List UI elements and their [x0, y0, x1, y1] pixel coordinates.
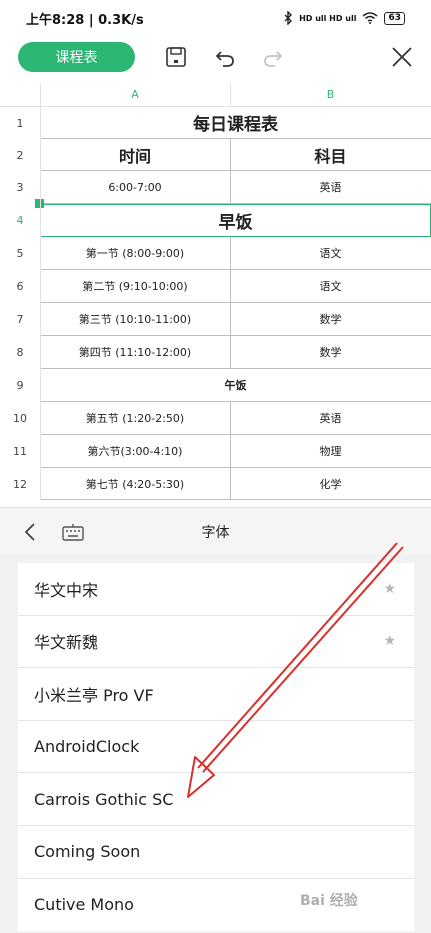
- corner-cell: [0, 83, 40, 107]
- row-number[interactable]: 2: [0, 139, 40, 171]
- battery-indicator: 63: [384, 11, 405, 25]
- font-item[interactable]: Coming Soon: [18, 826, 414, 879]
- grid-line: [40, 83, 41, 500]
- redo-icon[interactable]: [258, 42, 288, 72]
- grid-line: [230, 83, 231, 107]
- status-icons: HD ull HD ull 63: [283, 11, 405, 25]
- column-header-a[interactable]: A: [40, 83, 230, 107]
- font-name: 华文新魏: [34, 633, 99, 653]
- table-cell[interactable]: 6:00-7:00: [40, 171, 230, 204]
- table-cell[interactable]: 英语: [230, 171, 431, 204]
- table-cell[interactable]: 数学: [230, 336, 431, 369]
- bluetooth-icon: [284, 11, 293, 25]
- back-icon[interactable]: [18, 520, 42, 544]
- font-list: 华文中宋 ★ 华文新魏 ★ 小米兰亭 Pro VF AndroidClock C…: [0, 555, 431, 933]
- font-item[interactable]: AndroidClock: [18, 721, 414, 774]
- keyboard-icon[interactable]: [60, 519, 86, 545]
- toolbar: 课程表: [0, 36, 431, 80]
- row-number[interactable]: 10: [0, 402, 40, 435]
- font-item-highlighted[interactable]: Carrois Gothic SC: [18, 773, 414, 826]
- font-name: AndroidClock: [34, 737, 140, 757]
- sheet-title-cell[interactable]: 每日课程表: [40, 107, 431, 139]
- grid-line: [230, 237, 231, 369]
- table-cell[interactable]: 化学: [230, 468, 431, 500]
- font-item[interactable]: 小米兰亭 Pro VF: [18, 668, 414, 721]
- column-header-b[interactable]: B: [230, 83, 431, 107]
- status-bar: 上午8:28 | 0.3K/s HD ull HD ull 63: [0, 0, 431, 36]
- font-name: Carrois Gothic SC: [34, 789, 174, 809]
- close-icon[interactable]: [387, 42, 417, 72]
- font-name: Cutive Mono: [34, 895, 134, 915]
- grid-line: [230, 139, 231, 204]
- row-number[interactable]: 9: [0, 369, 40, 402]
- row-number[interactable]: 7: [0, 303, 40, 336]
- star-icon[interactable]: ★: [383, 563, 396, 615]
- row-number[interactable]: 6: [0, 270, 40, 303]
- row-number[interactable]: 3: [0, 171, 40, 204]
- font-list-card: 华文中宋 ★ 华文新魏 ★ 小米兰亭 Pro VF AndroidClock C…: [18, 563, 414, 932]
- font-name: 小米兰亭 Pro VF: [34, 685, 154, 705]
- spreadsheet: A B 1 2 3 4 5 6 7 8 9 10 11 12 每日课程表 时间 …: [0, 83, 431, 500]
- header-cell-time[interactable]: 时间: [40, 139, 230, 171]
- table-cell[interactable]: 数学: [230, 303, 431, 336]
- grid-line: [230, 402, 231, 500]
- wifi-icon: [362, 12, 378, 24]
- font-name: 华文中宋: [34, 580, 99, 600]
- signal-text: HD ull HD ull: [299, 13, 357, 23]
- row-number[interactable]: 11: [0, 435, 40, 468]
- header-cell-subject[interactable]: 科目: [230, 139, 431, 171]
- table-cell[interactable]: 英语: [230, 402, 431, 435]
- row-number[interactable]: 1: [0, 107, 40, 139]
- table-cell[interactable]: 第五节 (1:20-2:50): [40, 402, 230, 435]
- schedule-button[interactable]: 课程表: [18, 42, 135, 72]
- row-number[interactable]: 5: [0, 237, 40, 270]
- watermark: Bai 经验: [300, 893, 358, 909]
- table-cell[interactable]: 物理: [230, 435, 431, 468]
- table-cell[interactable]: 第七节 (4:20-5:30): [40, 468, 230, 500]
- font-panel-header: 字体: [0, 507, 431, 555]
- merged-cell[interactable]: 午饭: [40, 369, 431, 402]
- table-cell[interactable]: 第六节(3:00-4:10): [40, 435, 230, 468]
- table-cell[interactable]: 语文: [230, 237, 431, 270]
- selected-merged-cell[interactable]: 早饭: [40, 204, 431, 237]
- undo-icon[interactable]: [210, 42, 240, 72]
- table-cell[interactable]: 语文: [230, 270, 431, 303]
- star-icon[interactable]: ★: [383, 616, 396, 668]
- font-name: Coming Soon: [34, 842, 141, 862]
- row-number[interactable]: 8: [0, 336, 40, 369]
- table-cell[interactable]: 第一节 (8:00-9:00): [40, 237, 230, 270]
- row-number[interactable]: 12: [0, 468, 40, 500]
- row-number[interactable]: 4: [0, 204, 40, 237]
- save-icon[interactable]: [161, 42, 191, 72]
- table-cell[interactable]: 第四节 (11:10-12:00): [40, 336, 230, 369]
- table-cell[interactable]: 第三节 (10:10-11:00): [40, 303, 230, 336]
- font-item[interactable]: 华文中宋 ★: [18, 563, 414, 616]
- table-cell[interactable]: 第二节 (9:10-10:00): [40, 270, 230, 303]
- font-item[interactable]: 华文新魏 ★: [18, 616, 414, 669]
- status-time: 上午8:28 | 0.3K/s: [26, 12, 144, 28]
